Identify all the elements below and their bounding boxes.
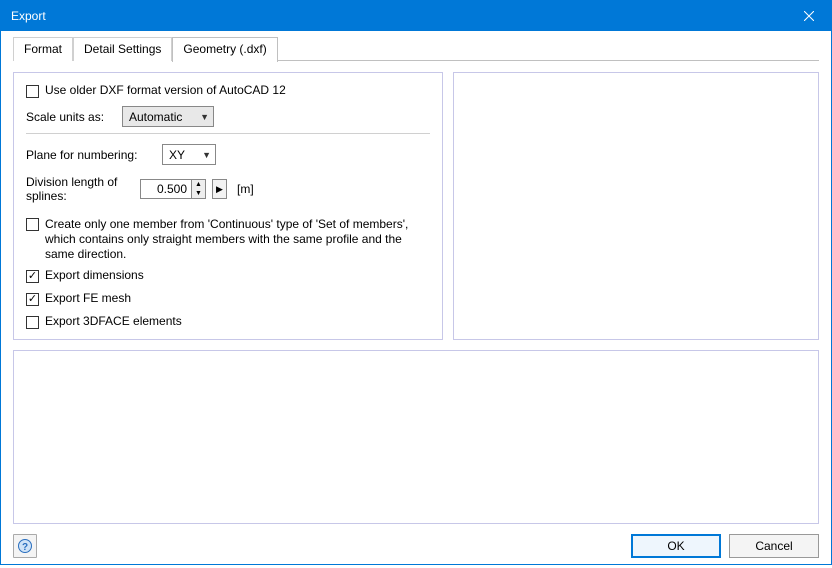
checkbox-export-dimensions[interactable] bbox=[26, 270, 39, 283]
label-create-one-member: Create only one member from 'Continuous'… bbox=[45, 217, 430, 262]
titlebar: Export bbox=[1, 1, 831, 31]
label-division-length: Division length of splines: bbox=[26, 175, 136, 203]
checkbox-export-3dface[interactable] bbox=[26, 316, 39, 329]
label-export-3dface: Export 3DFACE elements bbox=[45, 314, 182, 329]
help-button[interactable]: ? bbox=[13, 534, 37, 558]
window-title: Export bbox=[11, 9, 786, 23]
close-icon bbox=[804, 11, 814, 21]
label-older-dxf: Use older DXF format version of AutoCAD … bbox=[45, 83, 286, 98]
step-button[interactable]: ▶ bbox=[212, 179, 227, 199]
checkbox-export-fe-mesh[interactable] bbox=[26, 293, 39, 306]
label-export-dimensions: Export dimensions bbox=[45, 268, 144, 283]
chevron-down-icon: ▼ bbox=[200, 112, 209, 122]
label-plane-numbering: Plane for numbering: bbox=[26, 148, 156, 162]
label-export-fe-mesh: Export FE mesh bbox=[45, 291, 131, 306]
tab-geometry[interactable]: Geometry (.dxf) bbox=[172, 37, 277, 62]
select-plane-numbering[interactable]: XY ▼ bbox=[162, 144, 216, 165]
close-button[interactable] bbox=[786, 1, 831, 31]
divider bbox=[26, 133, 430, 134]
chevron-down-icon: ▼ bbox=[202, 150, 211, 160]
spinner-up[interactable]: ▲ bbox=[192, 180, 205, 189]
bottom-panel bbox=[13, 350, 819, 524]
ok-button[interactable]: OK bbox=[631, 534, 721, 558]
tab-detail-settings[interactable]: Detail Settings bbox=[73, 37, 172, 61]
label-unit: [m] bbox=[237, 182, 254, 196]
checkbox-create-one-member[interactable] bbox=[26, 218, 39, 231]
preview-panel bbox=[453, 72, 819, 340]
cancel-button[interactable]: Cancel bbox=[729, 534, 819, 558]
checkbox-older-dxf[interactable] bbox=[26, 85, 39, 98]
options-panel: Use older DXF format version of AutoCAD … bbox=[13, 72, 443, 340]
tab-format[interactable]: Format bbox=[13, 37, 73, 61]
help-icon: ? bbox=[17, 538, 33, 554]
label-scale-units: Scale units as: bbox=[26, 110, 116, 124]
select-scale-units[interactable]: Automatic ▼ bbox=[122, 106, 214, 127]
tab-bar: Format Detail Settings Geometry (.dxf) bbox=[13, 37, 819, 61]
spinner-down[interactable]: ▼ bbox=[192, 189, 205, 198]
svg-text:?: ? bbox=[22, 542, 28, 553]
input-division-length[interactable] bbox=[140, 179, 192, 199]
